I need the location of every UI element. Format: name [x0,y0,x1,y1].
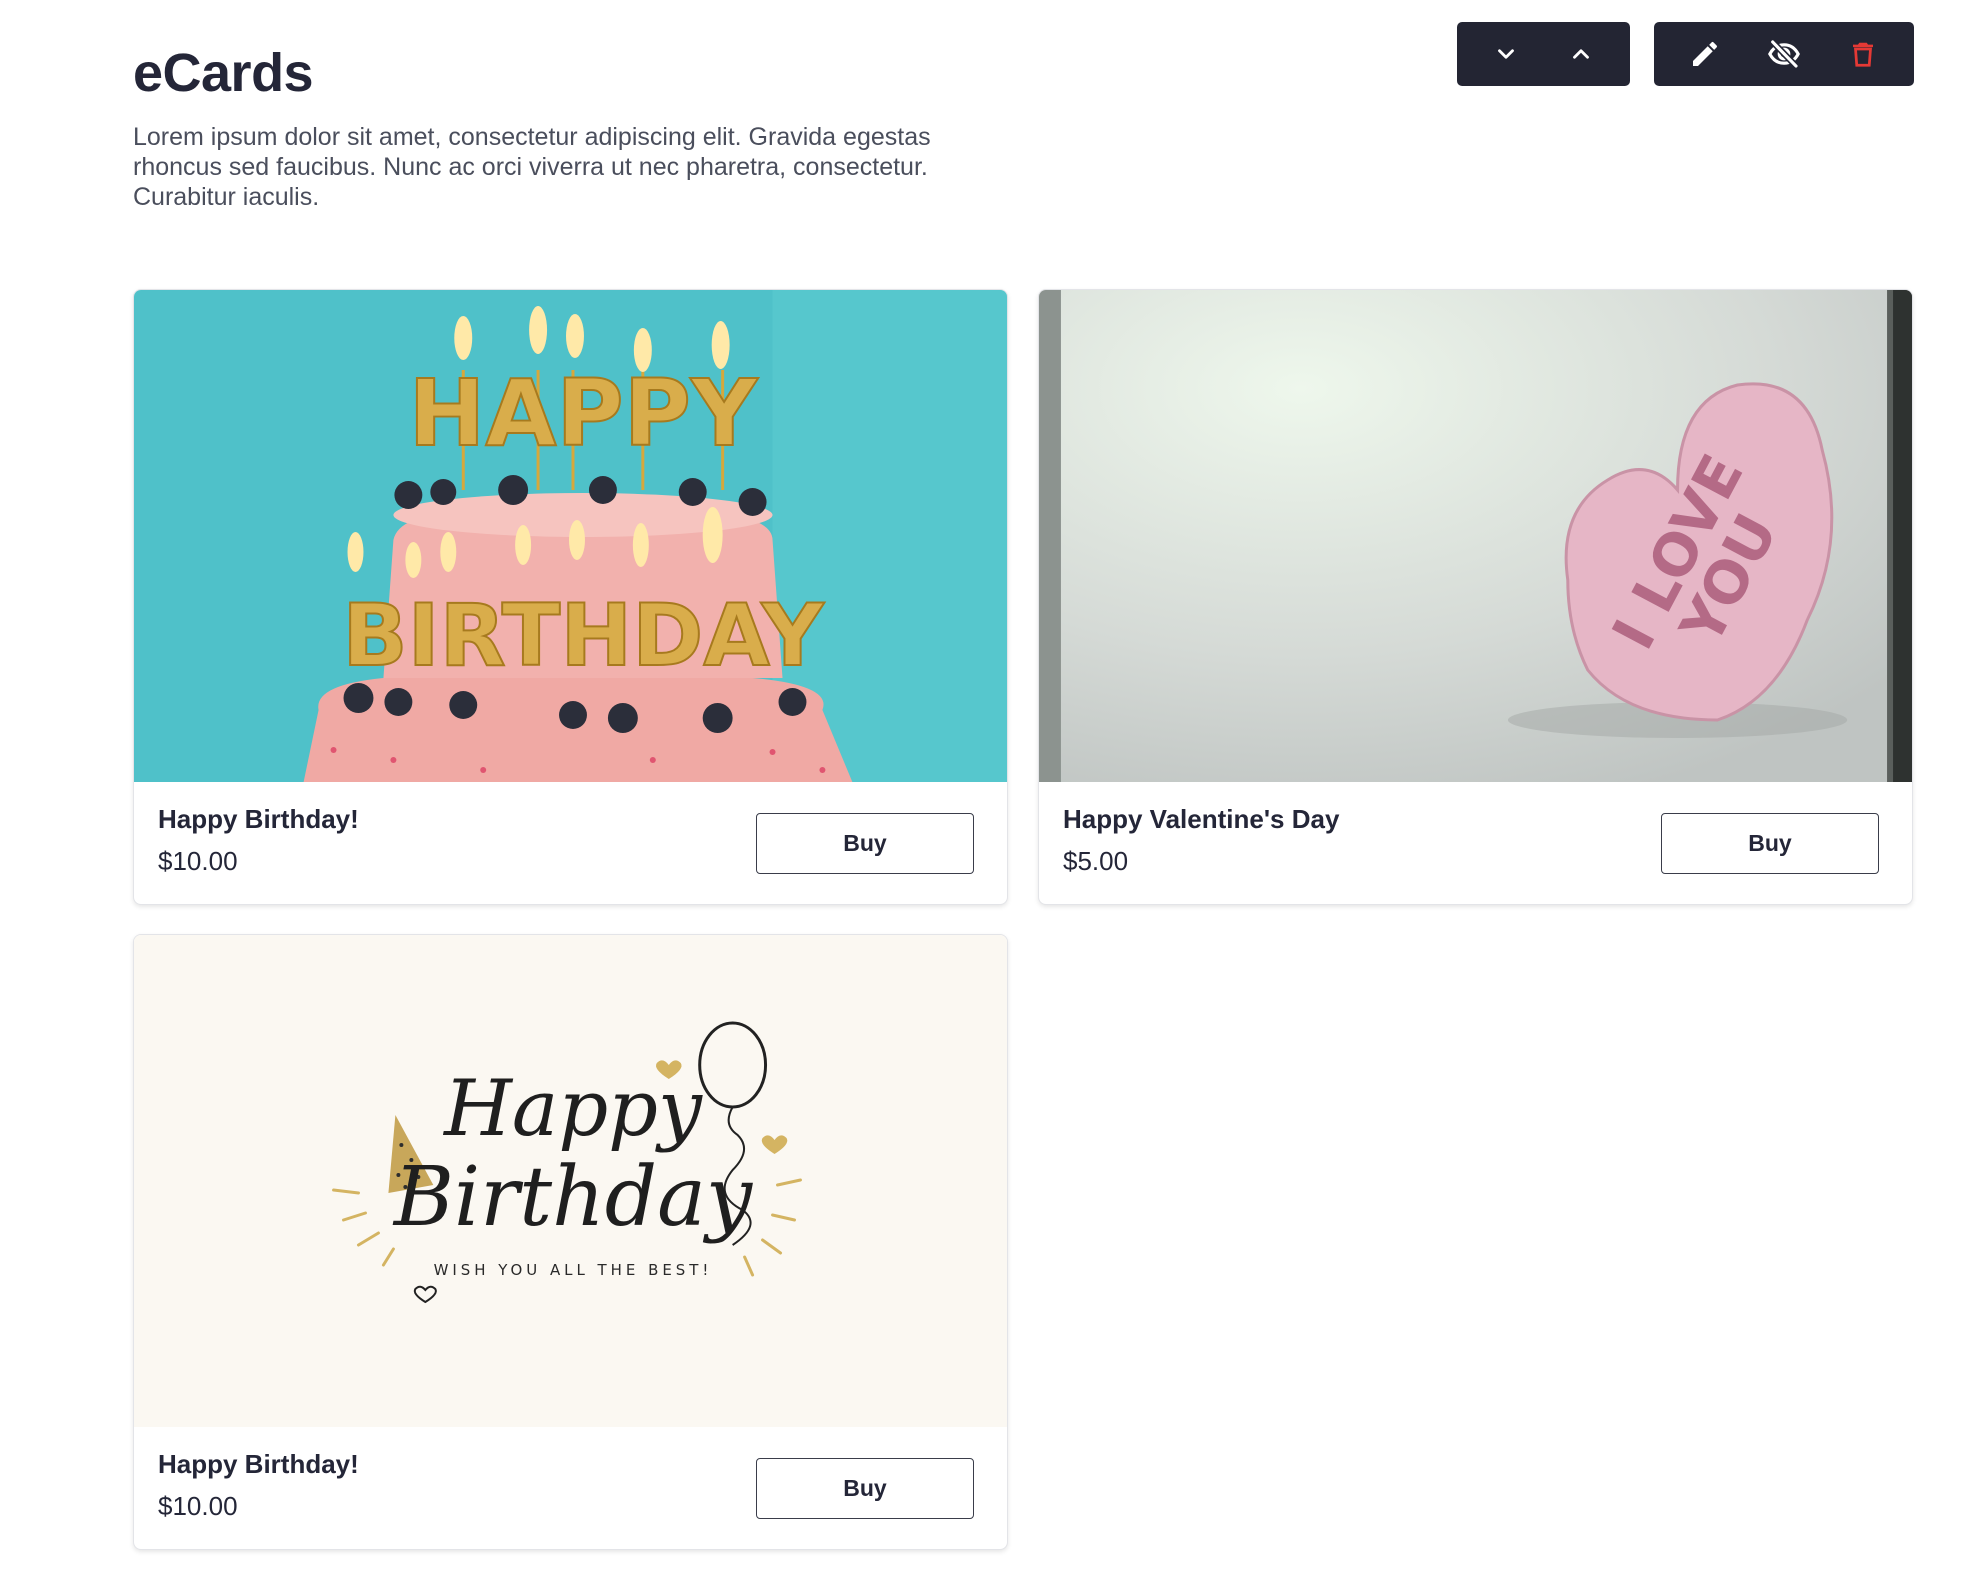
card-title: Happy Birthday! [158,1449,359,1479]
trash-icon [1852,42,1873,67]
ecards-page: eCards Lorem ipsum dolor sit amet, conse… [0,0,1964,1583]
cake-bottom-text: BIRTHDAY [342,586,825,686]
chevron-up-icon [1572,49,1589,59]
page-title: eCards [133,43,314,103]
move-down-button[interactable] [1478,26,1534,82]
candy-heart-image: I LOVE YOU [1039,290,1912,782]
card-title: Happy Valentine's Day [1063,804,1340,834]
card-price: $5.00 [1063,846,1129,876]
birthday-cake-image: HAPPY BIRTHDAY [134,290,1007,782]
pencil-icon [1693,41,1718,66]
eye-off-icon [1768,39,1800,69]
buy-button[interactable]: Buy [1661,813,1879,874]
card-price: $10.00 [158,846,238,876]
cake-top-text: HAPPY [409,360,759,467]
move-up-button[interactable] [1553,26,1609,82]
chevron-down-icon [1498,49,1515,59]
delete-button[interactable] [1835,26,1891,82]
edit-button[interactable] [1677,26,1733,82]
page-description: Lorem ipsum dolor sit amet, consectetur … [133,123,931,211]
buy-button[interactable]: Buy [756,813,974,874]
ecard-item[interactable]: Happy Birthday WISH YOU ALL THE BEST! Ha… [133,934,1008,1550]
card-title: Happy Birthday! [158,804,359,834]
card-script-top: Happy [442,1064,703,1154]
buy-button[interactable]: Buy [756,1458,974,1519]
card-script-bottom: Birthday [392,1150,754,1245]
ecard-item[interactable]: I LOVE YOU Happy Valentine's Day $5.00 B… [1038,289,1913,905]
ecard-item[interactable]: HAPPY BIRTHDAY Happy Birthday! $10.00 Bu… [133,289,1008,905]
action-toolbar [1654,22,1914,86]
card-caption: WISH YOU ALL THE BEST! [434,1261,713,1279]
hide-button[interactable] [1756,26,1812,82]
birthday-card-image: Happy Birthday WISH YOU ALL THE BEST! [134,935,1007,1427]
card-price: $10.00 [158,1491,238,1521]
move-toolbar [1457,22,1630,86]
